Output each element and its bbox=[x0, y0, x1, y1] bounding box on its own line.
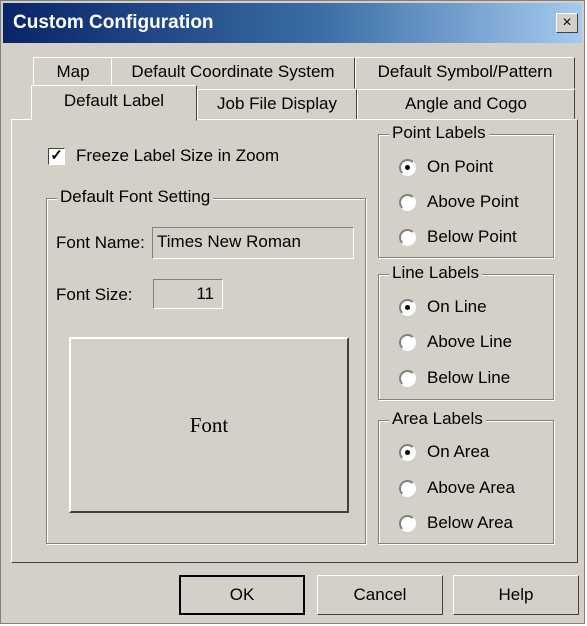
tab-angle-and-cogo[interactable]: Angle and Cogo bbox=[357, 89, 575, 120]
check-icon: ✓ bbox=[50, 147, 63, 164]
radio-below-area[interactable] bbox=[399, 515, 416, 532]
radio-dot bbox=[405, 305, 410, 310]
tab-label: Angle and Cogo bbox=[405, 94, 527, 113]
tab-job-file-display[interactable]: Job File Display bbox=[197, 89, 357, 120]
radio-dot bbox=[405, 165, 410, 170]
group-legend: Default Font Setting bbox=[57, 187, 214, 207]
tab-default-label[interactable]: Default Label bbox=[31, 85, 197, 121]
option-label: Below Point bbox=[427, 227, 517, 246]
radio-on-area[interactable] bbox=[399, 444, 416, 461]
font-button[interactable]: Font bbox=[69, 337, 349, 513]
font-name-label: Font Name: bbox=[56, 233, 145, 252]
line-labels-group: Line Labels On Line Above Line Below Lin… bbox=[378, 263, 554, 400]
option-label: Above Line bbox=[427, 332, 513, 351]
group-legend: Point Labels bbox=[389, 123, 489, 143]
tab-label: Default Label bbox=[63, 91, 165, 110]
option-label: Below Line bbox=[427, 368, 511, 387]
tab-label: Map bbox=[56, 62, 90, 81]
option-label: Below Area bbox=[427, 513, 513, 532]
radio-on-line[interactable] bbox=[399, 299, 416, 316]
radio-dot bbox=[405, 450, 410, 455]
close-icon: × bbox=[562, 14, 572, 31]
font-size-field: 11 bbox=[153, 279, 223, 309]
radio-above-area[interactable] bbox=[399, 480, 416, 497]
option-label: On Area bbox=[427, 442, 490, 461]
title-bar: Custom Configuration × bbox=[3, 3, 582, 43]
radio-on-point[interactable] bbox=[399, 159, 416, 176]
font-size-label: Font Size: bbox=[56, 285, 133, 304]
radio-below-line[interactable] bbox=[399, 370, 416, 387]
option-label: Above Area bbox=[427, 478, 515, 497]
group-legend: Line Labels bbox=[389, 263, 482, 283]
freeze-label-checkbox[interactable]: ✓ bbox=[48, 148, 65, 165]
close-button[interactable]: × bbox=[556, 13, 578, 33]
radio-above-line[interactable] bbox=[399, 334, 416, 351]
tab-label: Default Coordinate System bbox=[131, 62, 335, 81]
font-name-field: Times New Roman bbox=[152, 227, 354, 259]
option-label: On Point bbox=[427, 157, 494, 176]
option-label: On Line bbox=[427, 297, 487, 316]
radio-below-point[interactable] bbox=[399, 229, 416, 246]
custom-configuration-dialog: Custom Configuration × Map Default Coord… bbox=[0, 0, 585, 624]
radio-above-point[interactable] bbox=[399, 194, 416, 211]
cancel-button[interactable]: Cancel bbox=[317, 575, 443, 615]
window-title: Custom Configuration bbox=[13, 12, 214, 33]
point-labels-group: Point Labels On Point Above Point Below … bbox=[378, 123, 554, 258]
freeze-label-text: Freeze Label Size in Zoom bbox=[76, 146, 280, 165]
default-font-setting-group: Default Font Setting Font Name: Times Ne… bbox=[46, 187, 366, 544]
help-button[interactable]: Help bbox=[453, 575, 579, 615]
tab-label: Default Symbol/Pattern bbox=[377, 62, 553, 81]
tab-panel-default-label: ✓ Freeze Label Size in Zoom Default Font… bbox=[11, 119, 578, 563]
group-legend: Area Labels bbox=[389, 409, 486, 429]
tab-label: Job File Display bbox=[217, 94, 337, 113]
option-label: Above Point bbox=[427, 192, 519, 211]
tab-default-symbol-pattern[interactable]: Default Symbol/Pattern bbox=[355, 57, 575, 89]
area-labels-group: Area Labels On Area Above Area Below Are… bbox=[378, 409, 554, 544]
ok-button[interactable]: OK bbox=[179, 575, 305, 615]
